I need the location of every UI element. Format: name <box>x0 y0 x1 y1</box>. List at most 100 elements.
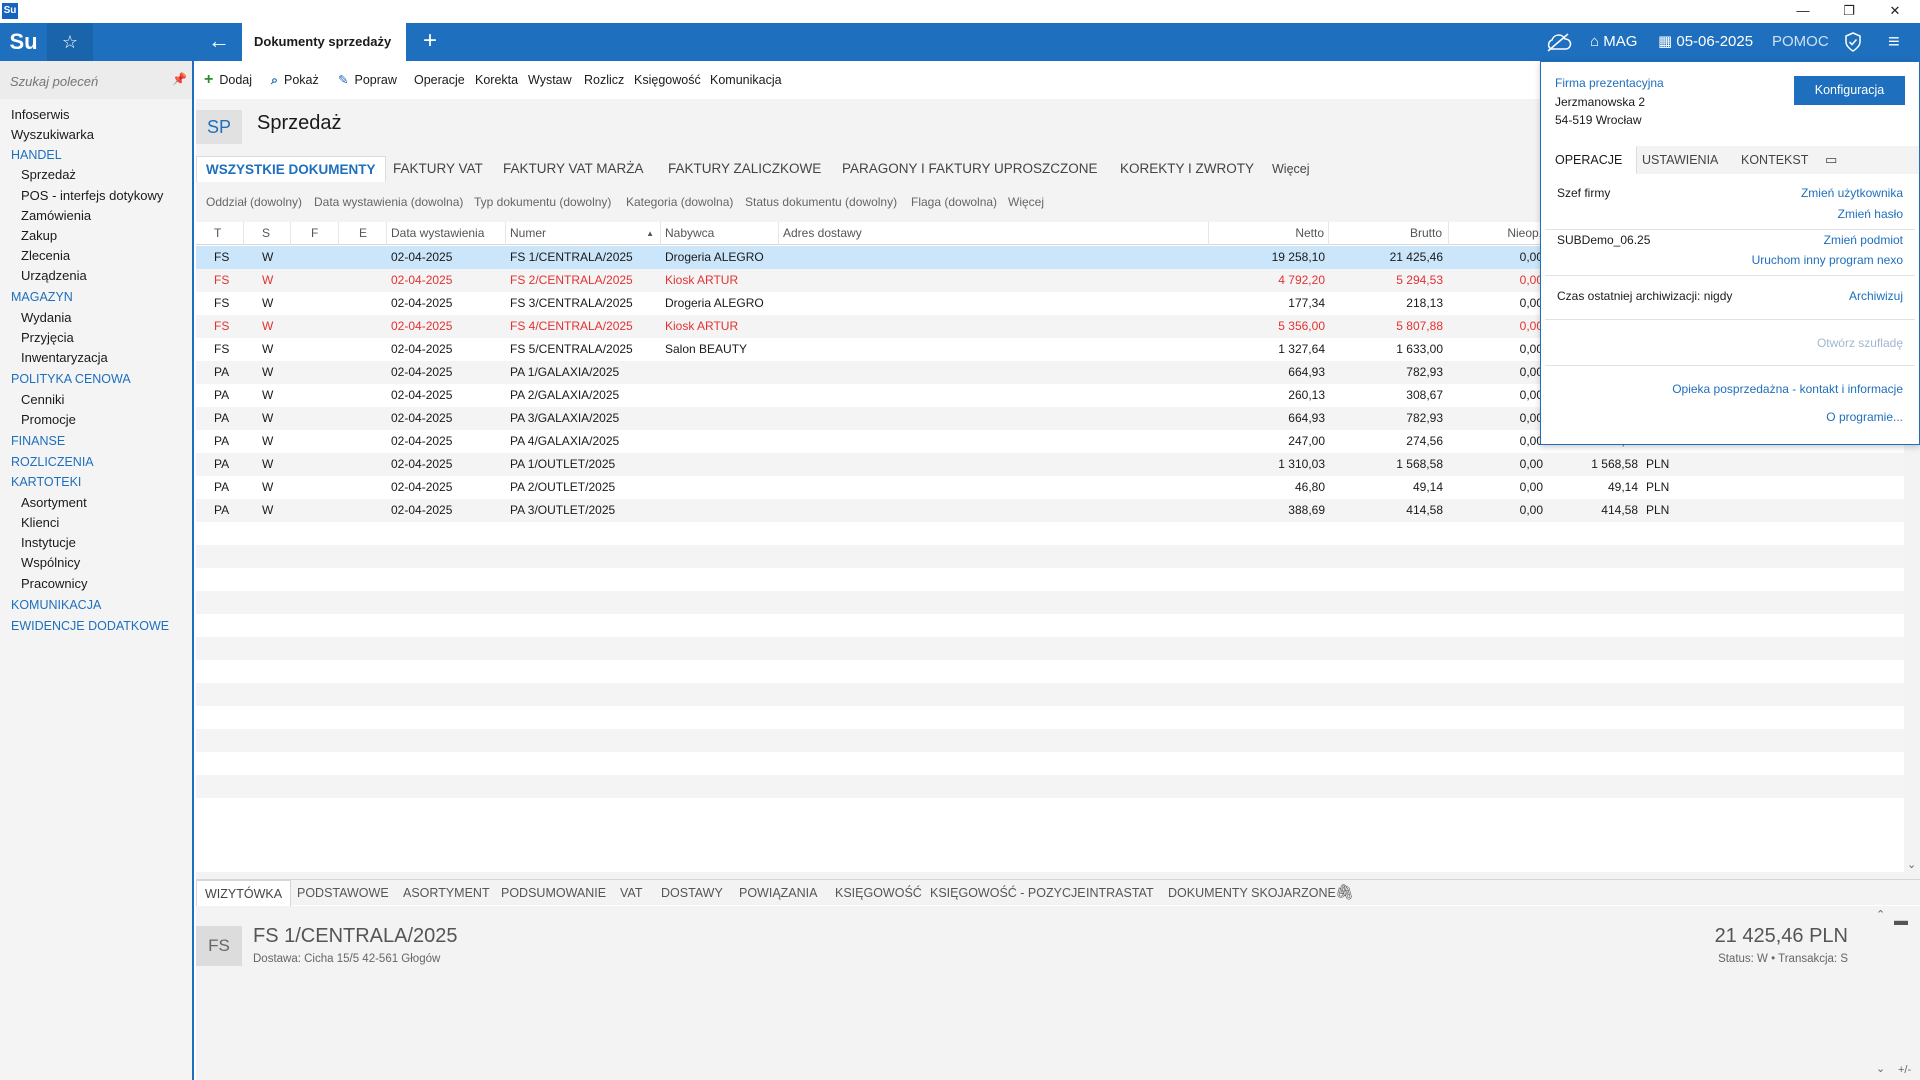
tab-context[interactable]: KONTEKST <box>1741 146 1808 174</box>
company-name-link[interactable]: Firma prezentacyjna <box>1555 76 1664 90</box>
column-header-delivery-address[interactable]: Adres dostawy <box>779 222 1209 245</box>
filter-doc-status[interactable]: Status dokumentu (dowolny) <box>745 190 897 214</box>
sidebar-item[interactable]: Wyszukiwarka <box>0 125 192 145</box>
tab-summary[interactable]: PODSUMOWANIE <box>501 880 606 906</box>
tab-deliveries[interactable]: DOSTAWY <box>661 880 723 906</box>
sidebar-section[interactable]: MAGAZYN <box>0 287 192 307</box>
sidebar-section[interactable]: POLITYKA CENOWA <box>0 369 192 389</box>
sidebar-item[interactable]: Zamówienia <box>0 206 192 226</box>
tab-accounting[interactable]: KSIĘGOWOŚĆ <box>835 880 922 906</box>
sidebar-item[interactable]: Inwentaryzacja <box>0 348 192 368</box>
sidebar-item[interactable]: Wspólnicy <box>0 553 192 573</box>
sidebar-section[interactable]: KOMUNIKACJA <box>0 595 192 615</box>
date-selector[interactable]: ▦ 05-06-2025 <box>1658 23 1753 61</box>
filter-doc-type[interactable]: Typ dokumentu (dowolny) <box>474 190 611 214</box>
minimize-button[interactable]: — <box>1780 0 1826 23</box>
sidebar-item[interactable]: Instytucje <box>0 533 192 553</box>
close-button[interactable]: ✕ <box>1872 0 1918 23</box>
communication-button[interactable]: Komunikacja <box>710 61 782 99</box>
sidebar-item[interactable]: Urządzenia <box>0 266 192 286</box>
column-header-e[interactable]: E <box>339 222 387 245</box>
app-logo[interactable]: Su <box>0 23 47 61</box>
sidebar-section[interactable]: KARTOTEKI <box>0 472 192 492</box>
table-row[interactable]: PA W 02-04-2025 PA 3/OUTLET/2025 388,69 414,5… <box>196 499 1904 522</box>
tab-settings[interactable]: USTAWIENIA <box>1642 146 1718 174</box>
column-header-number[interactable]: Numer ▲ <box>506 222 661 245</box>
sidebar-item[interactable]: Klienci <box>0 513 192 533</box>
show-button[interactable]: ⌕ Pokaż <box>271 61 319 99</box>
filter-category[interactable]: Kategoria (dowolna) <box>626 190 733 214</box>
change-user-link[interactable]: Zmień użytkownika <box>1801 186 1903 200</box>
column-header-flag[interactable]: F <box>291 222 339 245</box>
column-header-type[interactable]: T <box>196 222 244 245</box>
scroll-up-icon[interactable]: ⌃ <box>1876 908 1885 921</box>
run-other-program-link[interactable]: Uruchom inny program nexo <box>1752 253 1903 267</box>
sidebar-item[interactable]: Promocje <box>0 410 192 430</box>
sidebar-section[interactable]: EWIDENCJE DODATKOWE <box>0 616 192 636</box>
tab-assortment[interactable]: ASORTYMENT <box>403 880 490 906</box>
tab-relations[interactable]: POWIĄZANIA <box>739 880 817 906</box>
tab-advance-invoices[interactable]: FAKTURY ZALICZKOWE <box>668 156 821 182</box>
tab-vat[interactable]: VAT <box>620 880 642 906</box>
configuration-button[interactable]: Konfiguracja <box>1794 76 1905 105</box>
open-drawer-link[interactable]: Otwórz szufladę <box>1817 336 1903 350</box>
sidebar-section[interactable]: FINANSE <box>0 431 192 451</box>
sidebar-item[interactable]: Cenniki <box>0 390 192 410</box>
tab-receipts[interactable]: PARAGONY I FAKTURY UPROSZCZONE <box>842 156 1098 182</box>
sidebar-item[interactable]: Infoserwis <box>0 105 192 125</box>
column-header-net[interactable]: Netto <box>1209 222 1329 245</box>
cloud-icon[interactable] <box>1544 23 1572 61</box>
filter-issue-date[interactable]: Data wystawienia (dowolna) <box>314 190 463 214</box>
tab-sales-documents[interactable]: Dokumenty sprzedaży <box>242 23 406 61</box>
comment-icon[interactable]: ▬ <box>1894 912 1912 928</box>
sidebar-section[interactable]: ROZLICZENIA <box>0 452 192 472</box>
add-tab-icon[interactable]: + <box>406 23 454 61</box>
scroll-down-detail-icon[interactable]: ⌄ <box>1876 1062 1885 1075</box>
tab-intrastat[interactable]: INTRASTAT <box>1086 880 1154 906</box>
tab-margin-invoices[interactable]: FAKTURY VAT MARŻA <box>503 156 644 182</box>
sidebar-item[interactable]: Zakup <box>0 226 192 246</box>
tab-more[interactable]: Więcej <box>1272 156 1310 182</box>
correction-button[interactable]: Korekta <box>475 61 518 99</box>
column-header-unpaid[interactable]: Nieop. <box>1449 222 1547 245</box>
change-password-link[interactable]: Zmień hasło <box>1838 207 1903 221</box>
scroll-down-icon[interactable]: ⌄ <box>1907 858 1916 871</box>
table-row[interactable]: PA W 02-04-2025 PA 2/OUTLET/2025 46,80 49,14 0… <box>196 476 1904 499</box>
tab-all-documents[interactable]: WSZYSTKIE DOKUMENTY <box>196 156 386 182</box>
help-button[interactable]: POMOC <box>1772 23 1829 61</box>
attachment-icon[interactable]: 🖇 <box>1335 880 1354 906</box>
back-arrow-icon[interactable]: ← <box>196 23 242 61</box>
sidebar-item[interactable]: Asortyment <box>0 493 192 513</box>
filter-branch[interactable]: Oddział (dowolny) <box>206 190 302 214</box>
add-button[interactable]: + Dodaj <box>204 61 252 99</box>
issue-button[interactable]: Wystaw <box>528 61 572 99</box>
tab-linked-documents[interactable]: DOKUMENTY SKOJARZONE <box>1168 880 1336 906</box>
tab-vat-invoices[interactable]: FAKTURY VAT <box>393 156 483 182</box>
sidebar-item[interactable]: Zlecenia <box>0 246 192 266</box>
chat-icon[interactable]: ▭ <box>1825 146 1837 174</box>
accounting-button[interactable]: Księgowość <box>634 61 701 99</box>
hamburger-menu-icon[interactable]: ≡ <box>1888 23 1900 61</box>
sidebar-section[interactable]: HANDEL <box>0 145 192 165</box>
favorites-star-icon[interactable]: ☆ <box>47 23 93 61</box>
support-link[interactable]: Opieka posprzedażna - kontakt i informac… <box>1672 382 1903 396</box>
tab-operations[interactable]: OPERACJE <box>1541 146 1638 174</box>
sidebar-item[interactable]: Wydania <box>0 308 192 328</box>
filter-more[interactable]: Więcej <box>1008 190 1044 214</box>
column-header-status[interactable]: S <box>244 222 291 245</box>
filter-flag[interactable]: Flaga (dowolna) <box>911 190 997 214</box>
change-entity-link[interactable]: Zmień podmiot <box>1824 233 1903 247</box>
sidebar-item[interactable]: POS - interfejs dotykowy <box>0 186 192 206</box>
tab-basic[interactable]: PODSTAWOWE <box>297 880 389 906</box>
about-link[interactable]: O programie... <box>1826 410 1903 424</box>
tab-corrections[interactable]: KOREKTY I ZWROTY <box>1120 156 1254 182</box>
column-header-issue-date[interactable]: Data wystawienia <box>387 222 506 245</box>
tab-accounting-items[interactable]: KSIĘGOWOŚĆ - POZYCJE <box>930 880 1086 906</box>
column-header-gross[interactable]: Brutto <box>1329 222 1449 245</box>
column-header-buyer[interactable]: Nabywca <box>661 222 779 245</box>
warehouse-selector[interactable]: ⌂ MAG <box>1590 23 1637 61</box>
edit-button[interactable]: ✎ Popraw <box>338 61 397 99</box>
operations-button[interactable]: Operacje <box>414 61 465 99</box>
command-search-input[interactable] <box>10 71 170 91</box>
settle-button[interactable]: Rozlicz <box>584 61 624 99</box>
